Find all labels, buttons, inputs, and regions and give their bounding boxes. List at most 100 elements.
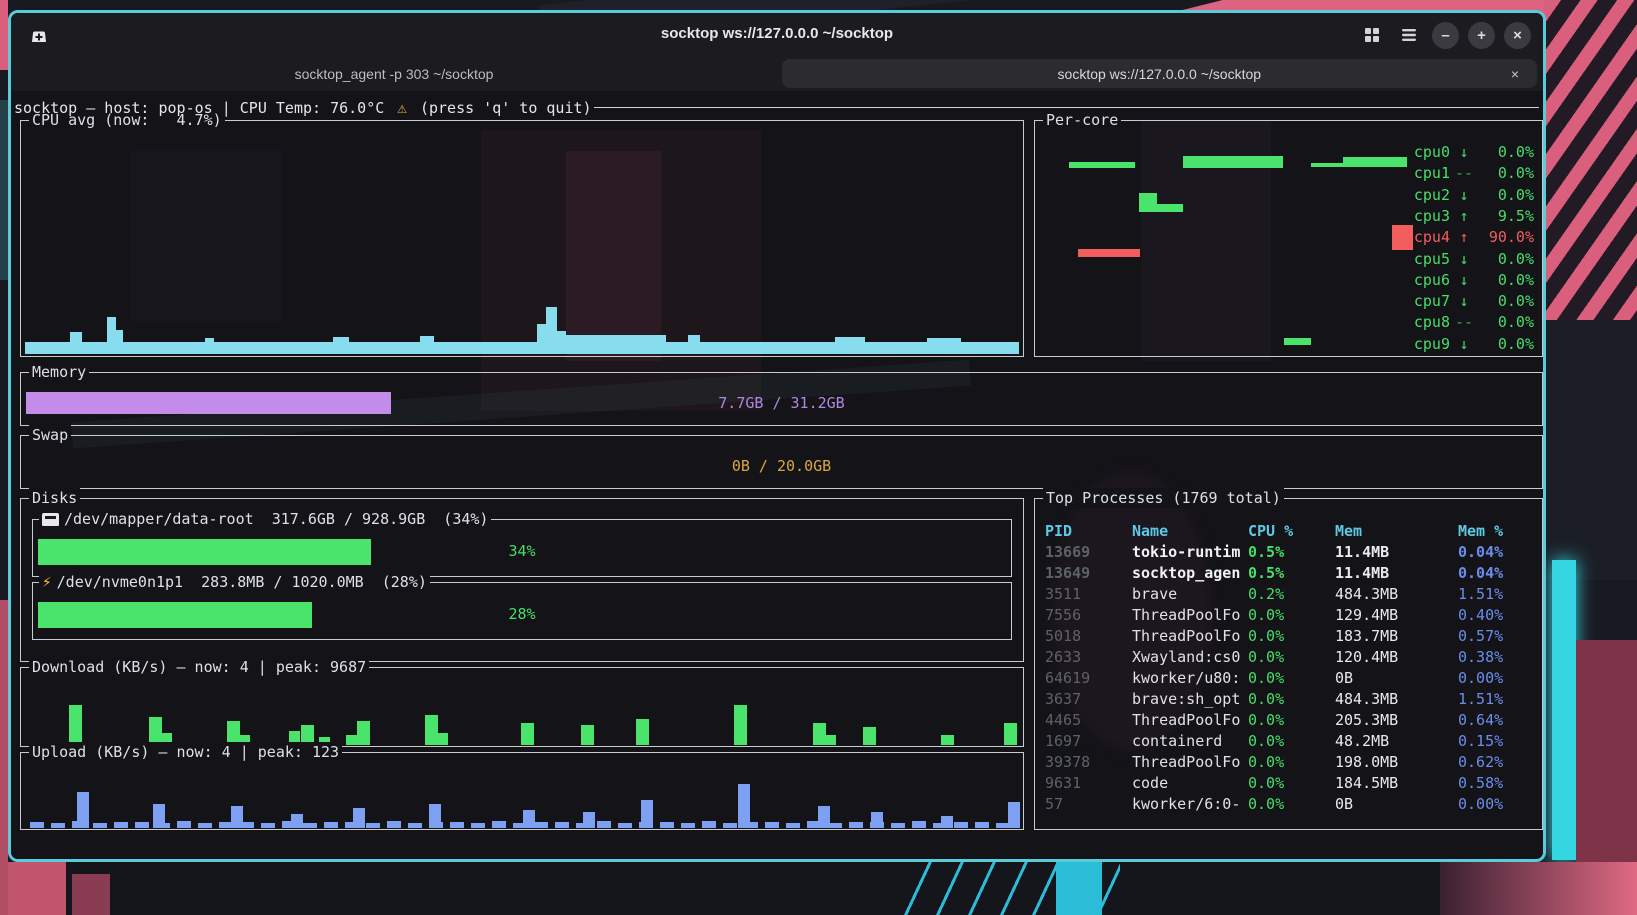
artwork-right-teal-bar [1552,560,1576,860]
per-core-list: cpu0↓0.0%cpu1--0.0%cpu2↓0.0%cpu3↑9.5%cpu… [1035,121,1542,356]
process-cell: 0.0% [1248,690,1330,708]
process-cell: code [1132,774,1244,792]
process-cell: 120.4MB [1335,648,1453,666]
artwork-bottom-pink-small [72,874,110,915]
grid-icon [1364,27,1380,43]
process-cell: 0.2% [1248,585,1330,603]
core-name: cpu4 [1414,228,1450,246]
download-bar [734,705,747,745]
process-cell: 0.5% [1248,564,1330,582]
core-name: cpu6 [1414,271,1450,289]
upload-baseline-bar [555,822,569,828]
process-cell: kworker/u80: [1132,669,1244,687]
upload-bar [738,784,750,828]
core-arrow: ↓ [1450,250,1478,268]
core-alert-marker [1392,225,1413,250]
process-cell: ThreadPoolFo [1132,627,1244,645]
upload-baseline-bar [114,822,128,828]
close-tab-button[interactable]: × [1505,64,1525,84]
core-arrow: ↑ [1450,228,1478,246]
close-window-button[interactable]: × [1504,22,1531,49]
upload-baseline-bar [786,823,800,828]
process-cell: 11.4MB [1335,564,1453,582]
process-cell: 129.4MB [1335,606,1453,624]
cpu-spike-bar [333,337,349,342]
core-val: 0.0% [1478,335,1534,353]
window-controls: – + × [1358,20,1531,50]
download-chart [22,673,1022,745]
core-row-cpu1: cpu1--0.0% [1414,163,1534,183]
upload-bar [429,804,441,828]
process-cell: Xwayland:cs0 [1132,648,1244,666]
download-bar [825,735,836,745]
upload-bar [153,804,165,828]
memory-usage-label: 7.7GB / 31.2GB [21,394,1542,412]
process-cell: 13669 [1045,543,1127,561]
process-table: 13669tokio-runtim0.5%11.4MB0.04%13649soc… [1035,499,1542,829]
process-cell: 9631 [1045,774,1127,792]
core-name: cpu0 [1414,143,1450,161]
tab-overview-button[interactable] [1358,21,1386,49]
tab-socktop-agent[interactable]: socktop_agent -p 303 ~/socktop [11,57,777,91]
cpu-spike-bar [566,335,666,342]
process-cell: 0.38% [1458,648,1538,666]
process-cell: 1697 [1045,732,1127,750]
core-val: 0.0% [1478,292,1534,310]
download-bar [521,723,534,745]
upload-baseline-bar [450,822,464,828]
process-cell: 13649 [1045,564,1127,582]
cpu-spike-bar [927,338,961,342]
warning-icon: ⚠ [393,98,411,117]
upload-baseline-bar [849,822,863,828]
process-cell: 0.04% [1458,564,1538,582]
process-cell: 0.15% [1458,732,1538,750]
swap-usage-label: 0B / 20.0GB [21,457,1542,475]
core-row-cpu5: cpu5↓0.0% [1414,249,1534,269]
disk-label: /dev/mapper/data-root 317.6GB / 928.9GB … [64,509,488,529]
upload-bar [583,812,595,828]
process-cell: 205.3MB [1335,711,1453,729]
core-arrow: ↓ [1450,143,1478,161]
tab-socktop-active[interactable]: socktop ws://127.0.0.0 ~/socktop × [782,59,1537,88]
menu-button[interactable] [1395,21,1423,49]
upload-baseline-bar [954,822,968,828]
core-val: 0.0% [1478,271,1534,289]
upload-bar [231,806,243,828]
process-cell: 4465 [1045,711,1127,729]
disk-usage-pct: 28% [33,605,1011,623]
artwork-bottom-teal-box [1056,858,1102,915]
disk-usage-pct: 34% [33,542,1011,560]
core-row-cpu4: cpu4↑90.0% [1392,227,1534,247]
maximize-button[interactable]: + [1468,22,1495,49]
hamburger-icon [1401,28,1417,42]
process-cell: 0B [1335,669,1453,687]
download-bar [636,719,649,745]
swap-panel: Swap 0B / 20.0GB [20,435,1543,489]
process-cell: 11.4MB [1335,543,1453,561]
upload-baseline-bar [975,822,989,828]
window-title: socktop ws://127.0.0.0 ~/socktop [11,25,1543,42]
upload-baseline-bar [534,822,548,828]
minimize-button[interactable]: – [1432,22,1459,49]
artwork-right-stripes [1544,0,1637,320]
upload-baseline-bar [387,821,401,828]
core-arrow: ↓ [1450,186,1478,204]
artwork-bottom-right-pink [1440,862,1637,915]
titlebar[interactable]: socktop ws://127.0.0.0 ~/socktop – + × [11,13,1543,57]
core-val: 0.0% [1478,143,1534,161]
download-bar [346,735,357,745]
terminal-content[interactable]: socktop — host: pop-os | CPU Temp: 76.0°… [11,91,1543,859]
header-text: socktop — host: pop-os | CPU Temp: 76.0°… [14,99,393,117]
core-arrow: ↓ [1450,335,1478,353]
process-cell: 0.64% [1458,711,1538,729]
artwork-left-sliver-bottom [0,600,8,915]
cpu-avg-panel: CPU avg (now: 4.7%) [20,120,1024,357]
process-cell: 0.00% [1458,795,1538,813]
process-cell: tokio-runtim [1132,543,1244,561]
cpu-spike-bar [107,317,116,342]
disks-panel: Disks /dev/mapper/data-root 317.6GB / 92… [20,498,1024,662]
upload-baseline-bar [891,823,905,828]
core-name: cpu1 [1414,164,1450,182]
upload-baseline-bar [261,823,275,828]
download-bar [863,727,876,745]
